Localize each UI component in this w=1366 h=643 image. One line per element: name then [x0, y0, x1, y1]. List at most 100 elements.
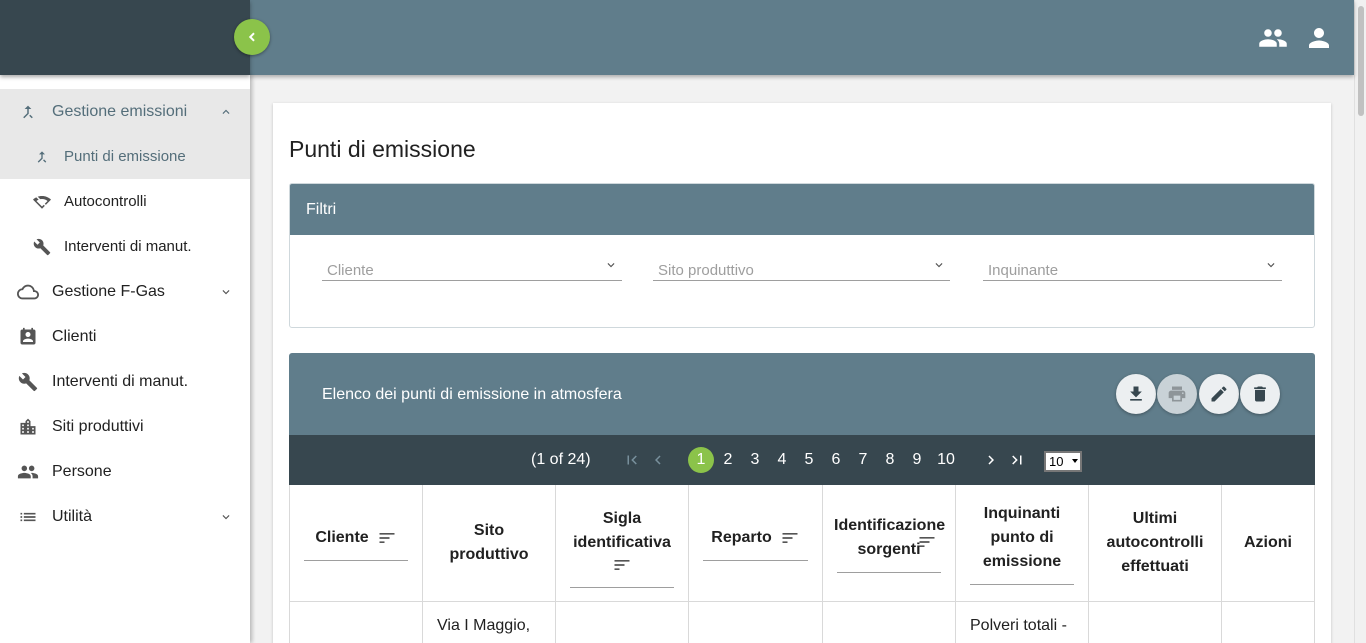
cell-sorgenti — [823, 602, 956, 643]
column-ultimi-autocontrolli[interactable]: Ultimi autocontrolli effettuati — [1089, 485, 1222, 602]
last-page-button[interactable] — [1008, 451, 1026, 469]
sidebar-item-label: Autocontrolli — [64, 193, 147, 210]
people-icon — [17, 461, 39, 483]
print-button[interactable] — [1157, 374, 1197, 414]
last-page-icon — [1012, 455, 1022, 465]
sidebar-item-label: Utilità — [52, 507, 93, 525]
filters-header: Filtri — [290, 184, 1314, 235]
column-filter-input[interactable] — [703, 559, 808, 561]
download-button[interactable] — [1116, 374, 1156, 414]
column-label: Azioni — [1244, 534, 1292, 551]
cell-inquinanti: Polveri totali - — [956, 602, 1089, 643]
inquinante-dropdown[interactable]: Inquinante — [983, 254, 1282, 281]
chevron-right-icon — [988, 455, 994, 465]
sito-produttivo-dropdown[interactable]: Sito produttivo — [653, 254, 950, 281]
sito-placeholder: Sito produttivo — [658, 262, 754, 279]
first-page-button[interactable] — [623, 451, 641, 469]
cell-sito-produttivo: Via I Maggio, — [423, 602, 556, 643]
cell-cliente — [290, 602, 423, 643]
prev-page-button[interactable] — [649, 451, 667, 469]
sidebar-header — [0, 0, 250, 75]
top-header — [250, 0, 1354, 75]
sidebar-item-label: Punti di emissione — [64, 148, 186, 165]
sidebar-item-interventi-emissioni[interactable]: Interventi di manut. — [0, 224, 250, 269]
column-label: Sigla identificativa — [573, 509, 671, 551]
column-reparto[interactable]: Reparto — [689, 485, 823, 602]
next-page-button[interactable] — [982, 451, 1000, 469]
edit-button[interactable] — [1199, 374, 1239, 414]
sidebar-item-persone[interactable]: Persone — [0, 449, 250, 494]
sidebar-item-label: Interventi di manut. — [64, 238, 192, 255]
list-header: Elenco dei punti di emissione in atmosfe… — [289, 353, 1315, 435]
scrollbar-thumb[interactable] — [1358, 6, 1364, 116]
column-sigla-identificativa[interactable]: Sigla identificativa — [556, 485, 689, 602]
page-9-button[interactable]: 9 — [904, 447, 930, 473]
table-row[interactable]: Via I Maggio, Polveri totali - — [289, 602, 1315, 643]
page-scrollbar[interactable] — [1354, 0, 1366, 643]
chevron-up-icon — [219, 105, 233, 119]
page-report: (1 of 24) — [531, 451, 591, 468]
merge-icon — [17, 101, 39, 123]
wrench-icon — [17, 371, 39, 393]
cell-sigla — [556, 602, 689, 643]
people-icon[interactable] — [1256, 22, 1290, 54]
sidebar-item-autocontrolli[interactable]: Autocontrolli — [0, 179, 250, 224]
column-label: Reparto — [711, 528, 772, 546]
column-azioni: Azioni — [1222, 485, 1315, 602]
cliente-dropdown[interactable]: Cliente — [322, 254, 622, 281]
rows-per-page-value: 10 — [1049, 454, 1064, 469]
sidebar-item-gestione-f-gas[interactable]: Gestione F-Gas — [0, 269, 250, 314]
delete-icon — [1254, 386, 1266, 402]
page-title: Punti di emissione — [289, 136, 476, 162]
chevron-down-icon — [607, 263, 615, 268]
sort-icon — [379, 532, 395, 543]
column-label: Cliente — [315, 528, 369, 546]
page-3-button[interactable]: 3 — [742, 447, 768, 473]
column-sito-produttivo[interactable]: Sito produttivo — [423, 485, 556, 602]
chevron-down-icon — [935, 263, 943, 268]
chevron-left-icon — [248, 32, 255, 42]
column-inquinanti[interactable]: Inquinanti punto di emissione — [956, 485, 1089, 602]
sidebar-item-punti-di-emissione[interactable]: Punti di emissione — [0, 134, 250, 179]
page-6-button[interactable]: 6 — [823, 447, 849, 473]
first-page-icon — [627, 455, 637, 465]
column-filter-input[interactable] — [570, 586, 674, 588]
page-5-button[interactable]: 5 — [796, 447, 822, 473]
rows-per-page-select[interactable]: 10 — [1044, 451, 1082, 472]
sidebar-item-label: Interventi di manut. — [52, 372, 189, 390]
cell-reparto — [689, 602, 823, 643]
collapse-sidebar-button[interactable] — [234, 19, 270, 55]
print-icon — [1168, 386, 1186, 402]
chevron-down-icon — [219, 510, 233, 524]
column-identificazione-sorgenti[interactable]: Identificazione sorgenti — [823, 485, 956, 602]
page-10-button[interactable]: 10 — [933, 447, 959, 473]
download-icon — [1130, 386, 1142, 401]
sidebar-item-clienti[interactable]: Clienti — [0, 314, 250, 359]
cliente-placeholder: Cliente — [327, 262, 374, 279]
edit-icon — [1211, 386, 1227, 402]
column-filter-input[interactable] — [837, 571, 941, 573]
sidebar-item-interventi-di-manut[interactable]: Interventi di manut. — [0, 359, 250, 404]
cell-azioni — [1222, 602, 1315, 643]
sidebar-item-label: Gestione F-Gas — [52, 282, 165, 300]
page-4-button[interactable]: 4 — [769, 447, 795, 473]
cell-autocontrolli — [1089, 602, 1222, 643]
table-header: Cliente Sito produttivo Sigla identifica… — [289, 485, 1315, 602]
column-filter-input[interactable] — [970, 583, 1074, 585]
list-icon — [17, 506, 39, 528]
user-account-icon[interactable] — [1302, 22, 1336, 54]
page-1-button[interactable]: 1 — [688, 447, 714, 473]
sidebar: Gestione emissioni Punti di emissione Au… — [0, 75, 250, 643]
sidebar-item-siti-produttivi[interactable]: Siti produttivi — [0, 404, 250, 449]
column-filter-input[interactable] — [304, 559, 408, 561]
sidebar-item-label: Gestione emissioni — [52, 102, 188, 120]
inquinante-placeholder: Inquinante — [988, 262, 1059, 279]
sidebar-item-utilita[interactable]: Utilità — [0, 494, 250, 539]
page-8-button[interactable]: 8 — [877, 447, 903, 473]
main-card: Punti di emissione Filtri Cliente Sito p… — [273, 103, 1331, 643]
column-cliente[interactable]: Cliente — [290, 485, 423, 602]
page-7-button[interactable]: 7 — [850, 447, 876, 473]
delete-button[interactable] — [1240, 374, 1280, 414]
sidebar-item-gestione-emissioni[interactable]: Gestione emissioni — [0, 89, 250, 134]
page-2-button[interactable]: 2 — [715, 447, 741, 473]
